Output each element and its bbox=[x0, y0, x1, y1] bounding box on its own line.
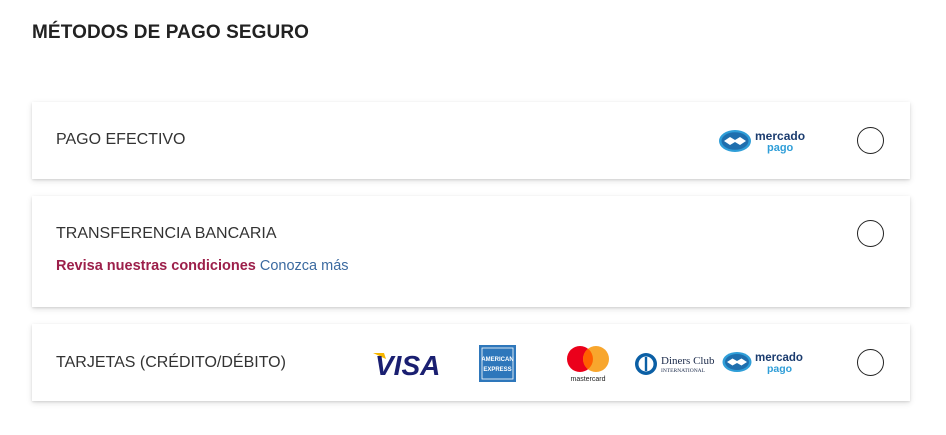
diners-text-top: Diners Club bbox=[661, 355, 715, 367]
american-express-logo: AMERICAN EXPRESS bbox=[479, 345, 516, 382]
mercado-pago-text-top: mercado bbox=[755, 129, 805, 143]
mercado-pago-text-bottom: pago bbox=[767, 363, 792, 375]
visa-logo: VISA bbox=[373, 350, 440, 379]
payment-option-label: TARJETAS (CRÉDITO/DÉBITO) bbox=[56, 354, 286, 371]
visa-text: VISA bbox=[375, 350, 440, 379]
diners-text-bottom: INTERNATIONAL bbox=[661, 368, 706, 374]
payment-option-label: TRANSFERENCIA BANCARIA bbox=[56, 225, 277, 242]
diners-club-logo: Diners Club INTERNATIONAL bbox=[635, 353, 715, 375]
amex-text-bottom: EXPRESS bbox=[483, 367, 511, 373]
conditions-line: Revisa nuestras condiciones Conozca más bbox=[56, 258, 349, 274]
mastercard-logo: mastercard bbox=[567, 346, 609, 383]
radio-transferencia[interactable] bbox=[857, 220, 884, 247]
payment-option-tarjetas[interactable]: TARJETAS (CRÉDITO/DÉBITO) VISA AMERICAN … bbox=[32, 324, 910, 401]
mercado-pago-text-bottom: pago bbox=[767, 142, 794, 154]
radio-tarjetas[interactable] bbox=[857, 349, 884, 376]
section-title: MÉTODOS DE PAGO SEGURO bbox=[32, 22, 310, 43]
amex-text-top: AMERICAN bbox=[481, 357, 513, 363]
mastercard-text: mastercard bbox=[570, 376, 605, 383]
payment-option-efectivo[interactable]: PAGO EFECTIVO mercado pago bbox=[32, 102, 910, 179]
more-info-link[interactable]: Conozca más bbox=[260, 258, 349, 274]
mercado-pago-logo: mercado pago bbox=[722, 352, 803, 375]
payment-option-transferencia[interactable]: TRANSFERENCIA BANCARIA Revisa nuestras c… bbox=[32, 196, 910, 307]
conditions-text: Revisa nuestras condiciones bbox=[56, 258, 256, 274]
radio-efectivo[interactable] bbox=[857, 127, 884, 154]
payment-methods-section: MÉTODOS DE PAGO SEGURO PAGO EFECTIVO mer… bbox=[0, 0, 946, 435]
payment-option-label: PAGO EFECTIVO bbox=[56, 131, 186, 148]
mercado-pago-logo: mercado pago bbox=[719, 129, 805, 154]
